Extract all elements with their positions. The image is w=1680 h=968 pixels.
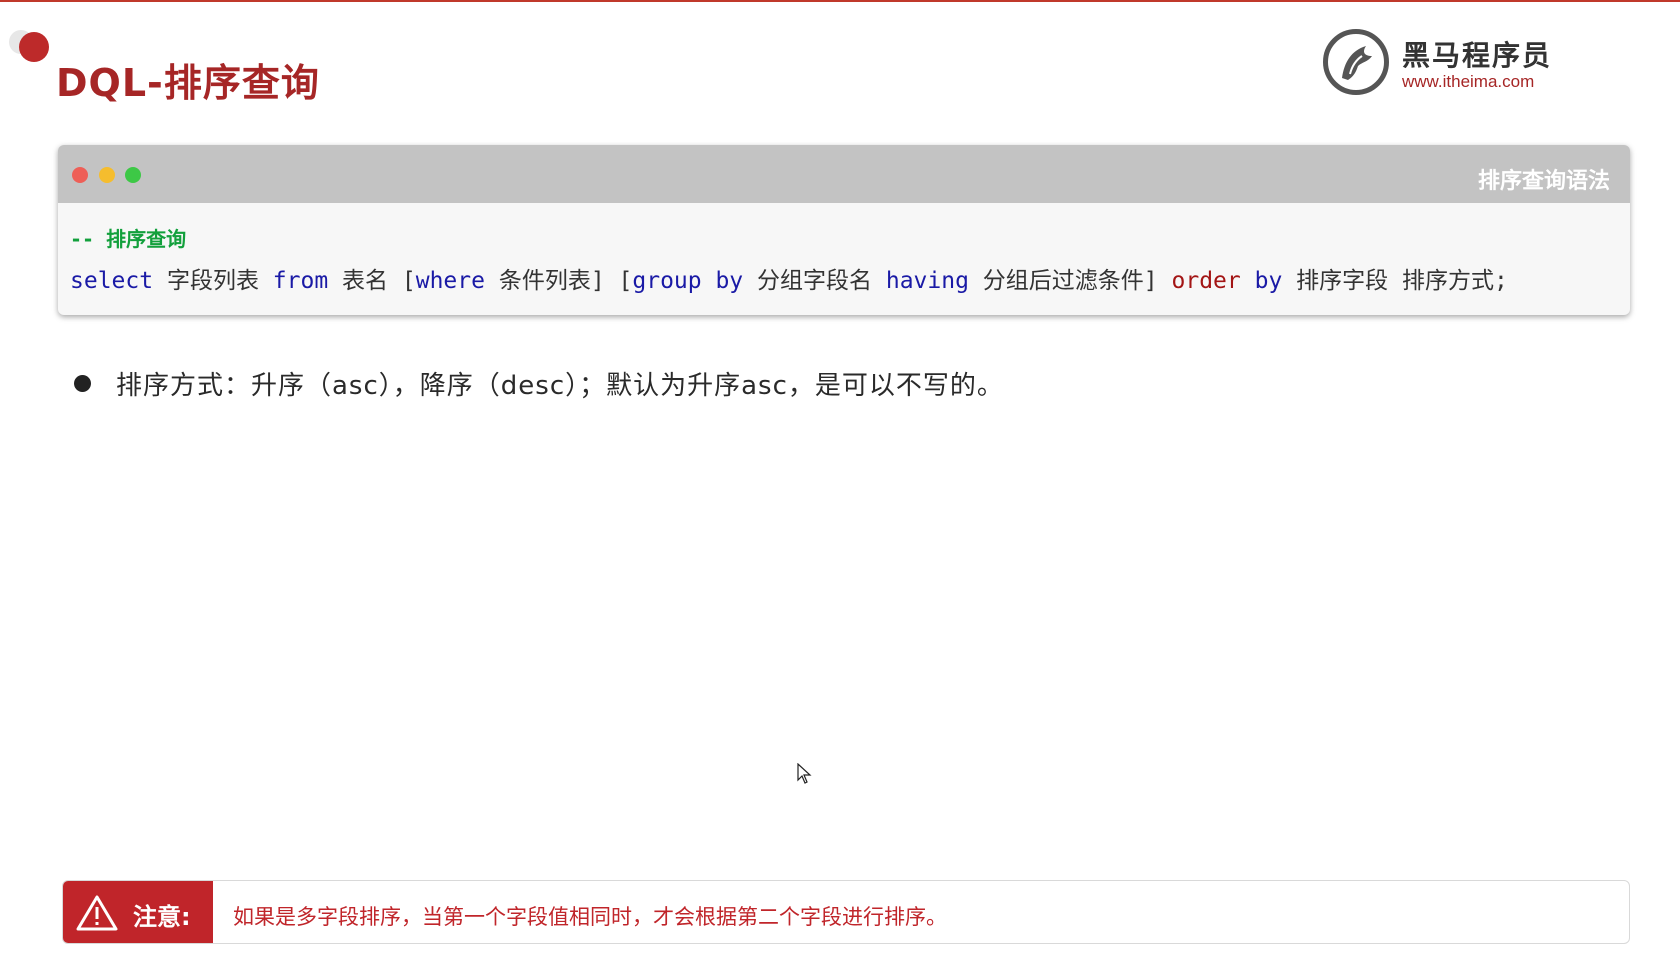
- logo-name: 黑马程序员: [1402, 39, 1553, 72]
- maximize-dot-icon: [125, 167, 141, 183]
- bullet-text: 排序方式：升序（asc），降序（desc）；默认为升序asc，是可以不写的。: [116, 371, 1004, 401]
- mouse-cursor-icon: [797, 762, 813, 789]
- code-token: by: [1254, 268, 1283, 294]
- code-token: select: [70, 268, 154, 294]
- code-token: 排序字段 排序方式;: [1282, 268, 1508, 294]
- code-token: 表名 [: [328, 268, 416, 294]
- code-token: 条件列表] [: [484, 268, 633, 294]
- code-window-title: 排序查询语法: [1477, 169, 1610, 194]
- code-window: 排序查询语法 -- 排序查询 select 字段列表 from 表名 [wher…: [58, 145, 1630, 315]
- minimize-dot-icon: [99, 167, 115, 183]
- note-label: 注意:: [133, 903, 191, 931]
- code-token: order: [1171, 268, 1241, 294]
- warning-icon: [75, 894, 119, 936]
- note-banner: 注意: 如果是多字段排序，当第一个字段值相同时，才会根据第二个字段进行排序。: [62, 880, 1630, 944]
- code-token: where: [415, 268, 485, 294]
- code-window-titlebar: 排序查询语法: [58, 145, 1630, 203]
- code-token: group by: [632, 268, 744, 294]
- note-header: 注意:: [63, 881, 213, 943]
- code-comment: -- 排序查询: [70, 227, 187, 251]
- code-token: from: [272, 268, 329, 294]
- code-token: having: [885, 268, 969, 294]
- bullet-dot-icon: [74, 375, 91, 392]
- top-rule: [0, 0, 1680, 2]
- title-dot: [19, 32, 49, 62]
- close-dot-icon: [72, 167, 88, 183]
- code-token: 分组字段名: [743, 268, 886, 294]
- logo-url: www.itheima.com: [1402, 72, 1535, 91]
- note-text: 如果是多字段排序，当第一个字段值相同时，才会根据第二个字段进行排序。: [233, 905, 947, 929]
- logo: 黑马程序员 www.itheima.com: [1320, 26, 1660, 98]
- horse-logo-icon: [1323, 29, 1389, 95]
- code-token: 分组后过滤条件]: [968, 268, 1172, 294]
- page-title: DQL-排序查询: [56, 61, 320, 105]
- code-line: select 字段列表 from 表名 [where 条件列表] [group …: [70, 261, 1508, 295]
- code-token: 字段列表: [153, 268, 273, 294]
